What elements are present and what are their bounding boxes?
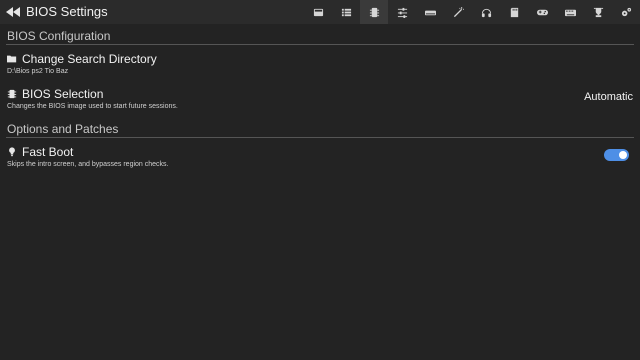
setting-description: D:\Bios ps2 Tio Baz [7, 68, 69, 75]
setting-label: Fast Boot [22, 145, 74, 159]
setting-label: BIOS Selection [22, 87, 104, 101]
toolbar [304, 0, 640, 24]
section-title-options: Options and Patches [7, 122, 119, 136]
setting-label: Change Search Directory [22, 52, 157, 66]
summary-icon[interactable] [304, 0, 332, 24]
chip-icon[interactable] [360, 0, 388, 24]
section-title-bios-config: BIOS Configuration [7, 29, 111, 43]
bios-selection-value[interactable]: Automatic [584, 91, 633, 103]
magic-wand-icon[interactable] [444, 0, 472, 24]
headphones-icon[interactable] [472, 0, 500, 24]
folder-icon [7, 55, 17, 63]
gears-icon[interactable] [612, 0, 640, 24]
memory-card-icon[interactable] [500, 0, 528, 24]
gamepad-icon[interactable] [528, 0, 556, 24]
bios-selection-setting[interactable]: BIOS Selection Changes the BIOS image us… [7, 87, 633, 110]
lightbulb-icon [9, 147, 15, 157]
fast-boot-toggle[interactable] [604, 149, 629, 161]
change-search-directory-setting[interactable]: Change Search Directory D:\Bios ps2 Tio … [7, 52, 633, 75]
sliders-icon[interactable] [388, 0, 416, 24]
keyboard-icon[interactable] [556, 0, 584, 24]
page-title: BIOS Settings [26, 4, 108, 19]
list-icon[interactable] [332, 0, 360, 24]
setting-description: Changes the BIOS image used to start fut… [7, 103, 178, 110]
trophy-icon[interactable] [584, 0, 612, 24]
section-divider [6, 44, 634, 45]
top-bar: BIOS Settings [0, 0, 640, 24]
setting-description: Skips the intro screen, and bypasses reg… [7, 161, 169, 168]
section-divider [6, 137, 634, 138]
fast-boot-setting[interactable]: Fast Boot Skips the intro screen, and by… [7, 145, 633, 168]
back-icon[interactable] [6, 6, 20, 18]
console-icon[interactable] [416, 0, 444, 24]
chip-icon [7, 89, 17, 99]
toggle-knob [619, 151, 627, 159]
